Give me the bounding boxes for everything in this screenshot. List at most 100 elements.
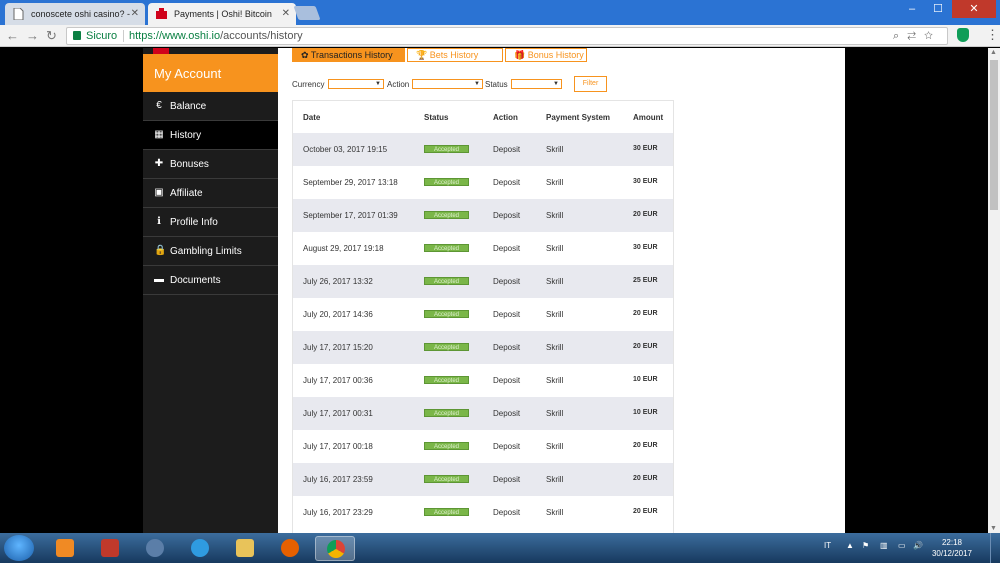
cell-date: July 26, 2017 13:32: [303, 277, 373, 286]
taskbar-firefox[interactable]: [270, 536, 310, 561]
flag-icon[interactable]: ⚑: [862, 541, 869, 550]
start-button[interactable]: [4, 535, 34, 561]
sidebar-item-label: History: [170, 130, 202, 141]
sidebar-item-label: Balance: [170, 101, 207, 112]
cell-amount: 20 EUR: [633, 310, 658, 317]
column-header-amount: Amount: [633, 113, 664, 122]
dropdown-arrow-icon: ▼: [474, 81, 480, 87]
close-tab-icon[interactable]: ✕: [282, 8, 290, 19]
chrome-icon: [327, 540, 345, 558]
cell-date: July 16, 2017 23:59: [303, 475, 373, 484]
status-badge: Accepted: [424, 211, 469, 219]
taskbar-app-3[interactable]: [135, 536, 175, 561]
status-badge: Accepted: [424, 508, 469, 516]
browser-tab-1[interactable]: conoscete oshi casino? - ✕: [5, 3, 145, 25]
cell-action: Deposit: [493, 244, 521, 253]
status-badge: Accepted: [424, 277, 469, 285]
secure-label: Sicuro: [86, 30, 118, 42]
tab-label: Bonus History: [527, 50, 584, 60]
taskbar-media-player[interactable]: [45, 536, 85, 561]
close-window-button[interactable]: ✕: [952, 0, 996, 18]
cell-amount: 30 EUR: [633, 244, 658, 251]
cell-amount: 30 EUR: [633, 145, 658, 152]
menu-dots-icon[interactable]: ⋮: [986, 27, 999, 43]
scroll-up-icon[interactable]: ▲: [990, 49, 997, 56]
cell-amount: 20 EUR: [633, 508, 658, 515]
new-tab-button[interactable]: [293, 6, 321, 20]
sidebar-item-affiliate[interactable]: ▣ Affiliate: [143, 179, 278, 208]
lock-icon: [73, 31, 81, 40]
reload-icon[interactable]: ↻: [46, 28, 57, 44]
language-indicator[interactable]: IT: [824, 541, 831, 550]
minimize-button[interactable]: –: [900, 0, 924, 18]
taskbar-chrome[interactable]: [315, 536, 355, 561]
column-header-date: Date: [303, 113, 321, 122]
volume-icon[interactable]: 🔊: [913, 541, 923, 550]
cell-date: September 29, 2017 13:18: [303, 178, 398, 187]
media-player-icon: [56, 539, 74, 557]
url-prefix: https://www.oshi.io: [129, 30, 221, 42]
cell-amount: 20 EUR: [633, 343, 658, 350]
gear-icon: ✿: [301, 50, 309, 60]
cell-date: September 17, 2017 01:39: [303, 211, 398, 220]
globe-app-icon: [146, 539, 164, 557]
status-badge: Accepted: [424, 244, 469, 252]
cell-payment-system: Skrill: [546, 376, 564, 385]
taskbar-internet-explorer[interactable]: [180, 536, 220, 561]
sidebar-item-label: Bonuses: [170, 159, 209, 170]
cell-amount: 30 EUR: [633, 178, 658, 185]
sidebar-item-profile-info[interactable]: ℹ Profile Info: [143, 208, 278, 237]
tab-bonus-history[interactable]: 🎁 Bonus History: [505, 48, 587, 62]
sidebar-item-label: Profile Info: [170, 217, 218, 228]
filter-button[interactable]: Filter: [574, 76, 607, 92]
battery-icon[interactable]: ▭: [898, 541, 906, 550]
gift-icon: ✚: [154, 158, 164, 169]
address-bar[interactable]: Sicuro https://www.oshi.io/accounts/hist…: [66, 27, 948, 45]
cell-action: Deposit: [493, 442, 521, 451]
document-icon: [13, 8, 24, 20]
tab-transactions-history[interactable]: ✿ Transactions History: [292, 48, 405, 62]
tab-label: Bets History: [429, 50, 479, 60]
tray-expand-icon[interactable]: ▲: [846, 541, 854, 550]
translate-icon[interactable]: ⇄: [907, 30, 924, 42]
gift-icon: 🎁: [514, 50, 526, 60]
close-tab-icon[interactable]: ✕: [131, 8, 139, 19]
table-row: July 17, 2017 00:36 Accepted Deposit Skrill…: [293, 364, 673, 397]
currency-select[interactable]: ▼: [328, 79, 384, 89]
taskbar-clock[interactable]: 22:18 30/12/2017: [930, 537, 974, 559]
sidebar-item-history[interactable]: ▦ History: [143, 121, 278, 150]
browser-tab-2[interactable]: Payments | Oshi! Bitcoin ✕: [148, 3, 296, 25]
sidebar-item-bonuses[interactable]: ✚ Bonuses: [143, 150, 278, 179]
taskbar-app-2[interactable]: [90, 536, 130, 561]
scrollbar-thumb[interactable]: [990, 60, 998, 210]
bookmark-star-icon[interactable]: ☆: [924, 30, 941, 42]
taskbar-file-explorer[interactable]: [225, 536, 265, 561]
sidebar-item-documents[interactable]: ▬ Documents: [143, 266, 278, 295]
sidebar-title: My Account: [143, 54, 278, 92]
cell-payment-system: Skrill: [546, 145, 564, 154]
firefox-icon: [281, 539, 299, 557]
page-scrollbar[interactable]: ▲ ▼: [988, 48, 1000, 533]
table-row: September 17, 2017 01:39 Accepted Deposit S…: [293, 199, 673, 232]
browser-tab-strip: conoscete oshi casino? - ✕ Payments | Os…: [0, 0, 1000, 25]
cell-amount: 20 EUR: [633, 211, 658, 218]
forward-icon[interactable]: →: [26, 28, 39, 43]
back-icon[interactable]: ←: [6, 28, 19, 43]
maximize-button[interactable]: ☐: [926, 0, 950, 18]
dropdown-arrow-icon: ▼: [553, 81, 559, 87]
show-desktop-button[interactable]: [990, 533, 1000, 563]
table-row: August 29, 2017 19:18 Accepted Deposit Skri…: [293, 232, 673, 265]
briefcase-icon: ▣: [154, 187, 164, 198]
network-icon[interactable]: ▥: [880, 541, 888, 550]
extension-shield-icon[interactable]: [957, 28, 969, 42]
cell-date: July 17, 2017 00:18: [303, 442, 373, 451]
tab-bets-history[interactable]: 🏆 Bets History: [407, 48, 503, 62]
search-icon[interactable]: ⌕: [893, 30, 907, 42]
cell-action: Deposit: [493, 310, 521, 319]
sidebar-item-balance[interactable]: € Balance: [143, 92, 278, 121]
sidebar-item-gambling-limits[interactable]: 🔒 Gambling Limits: [143, 237, 278, 266]
cell-amount: 25 EUR: [633, 277, 658, 284]
action-select[interactable]: ▼: [412, 79, 483, 89]
status-select[interactable]: ▼: [511, 79, 562, 89]
scroll-down-icon[interactable]: ▼: [990, 525, 997, 532]
